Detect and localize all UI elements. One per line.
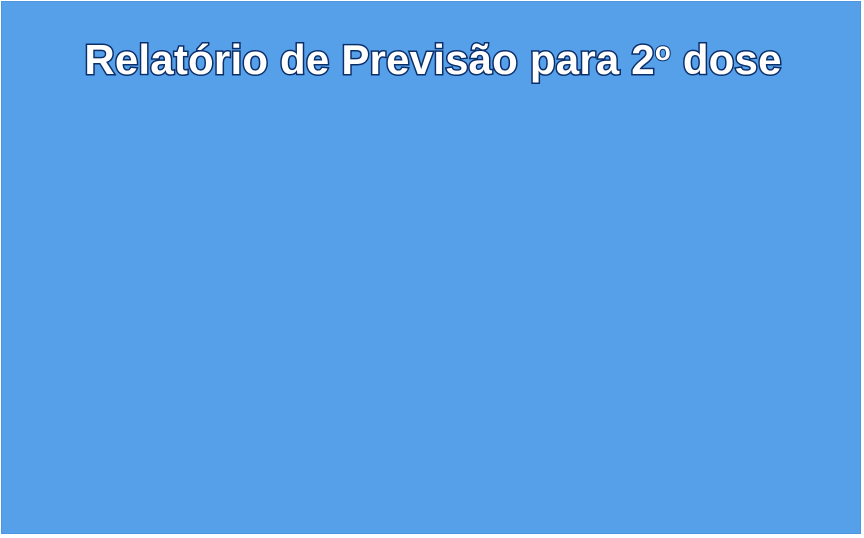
- page-title: Relatório de Previsão para 2o dose: [2, 35, 864, 85]
- page-title-end: dose: [670, 35, 783, 85]
- forecast-report-panel: Relatório de Previsão para 2o dose: [1, 1, 861, 534]
- page-title-ordinal: o: [654, 35, 672, 67]
- page-title-main: Relatório de Previsão para 2: [83, 35, 656, 85]
